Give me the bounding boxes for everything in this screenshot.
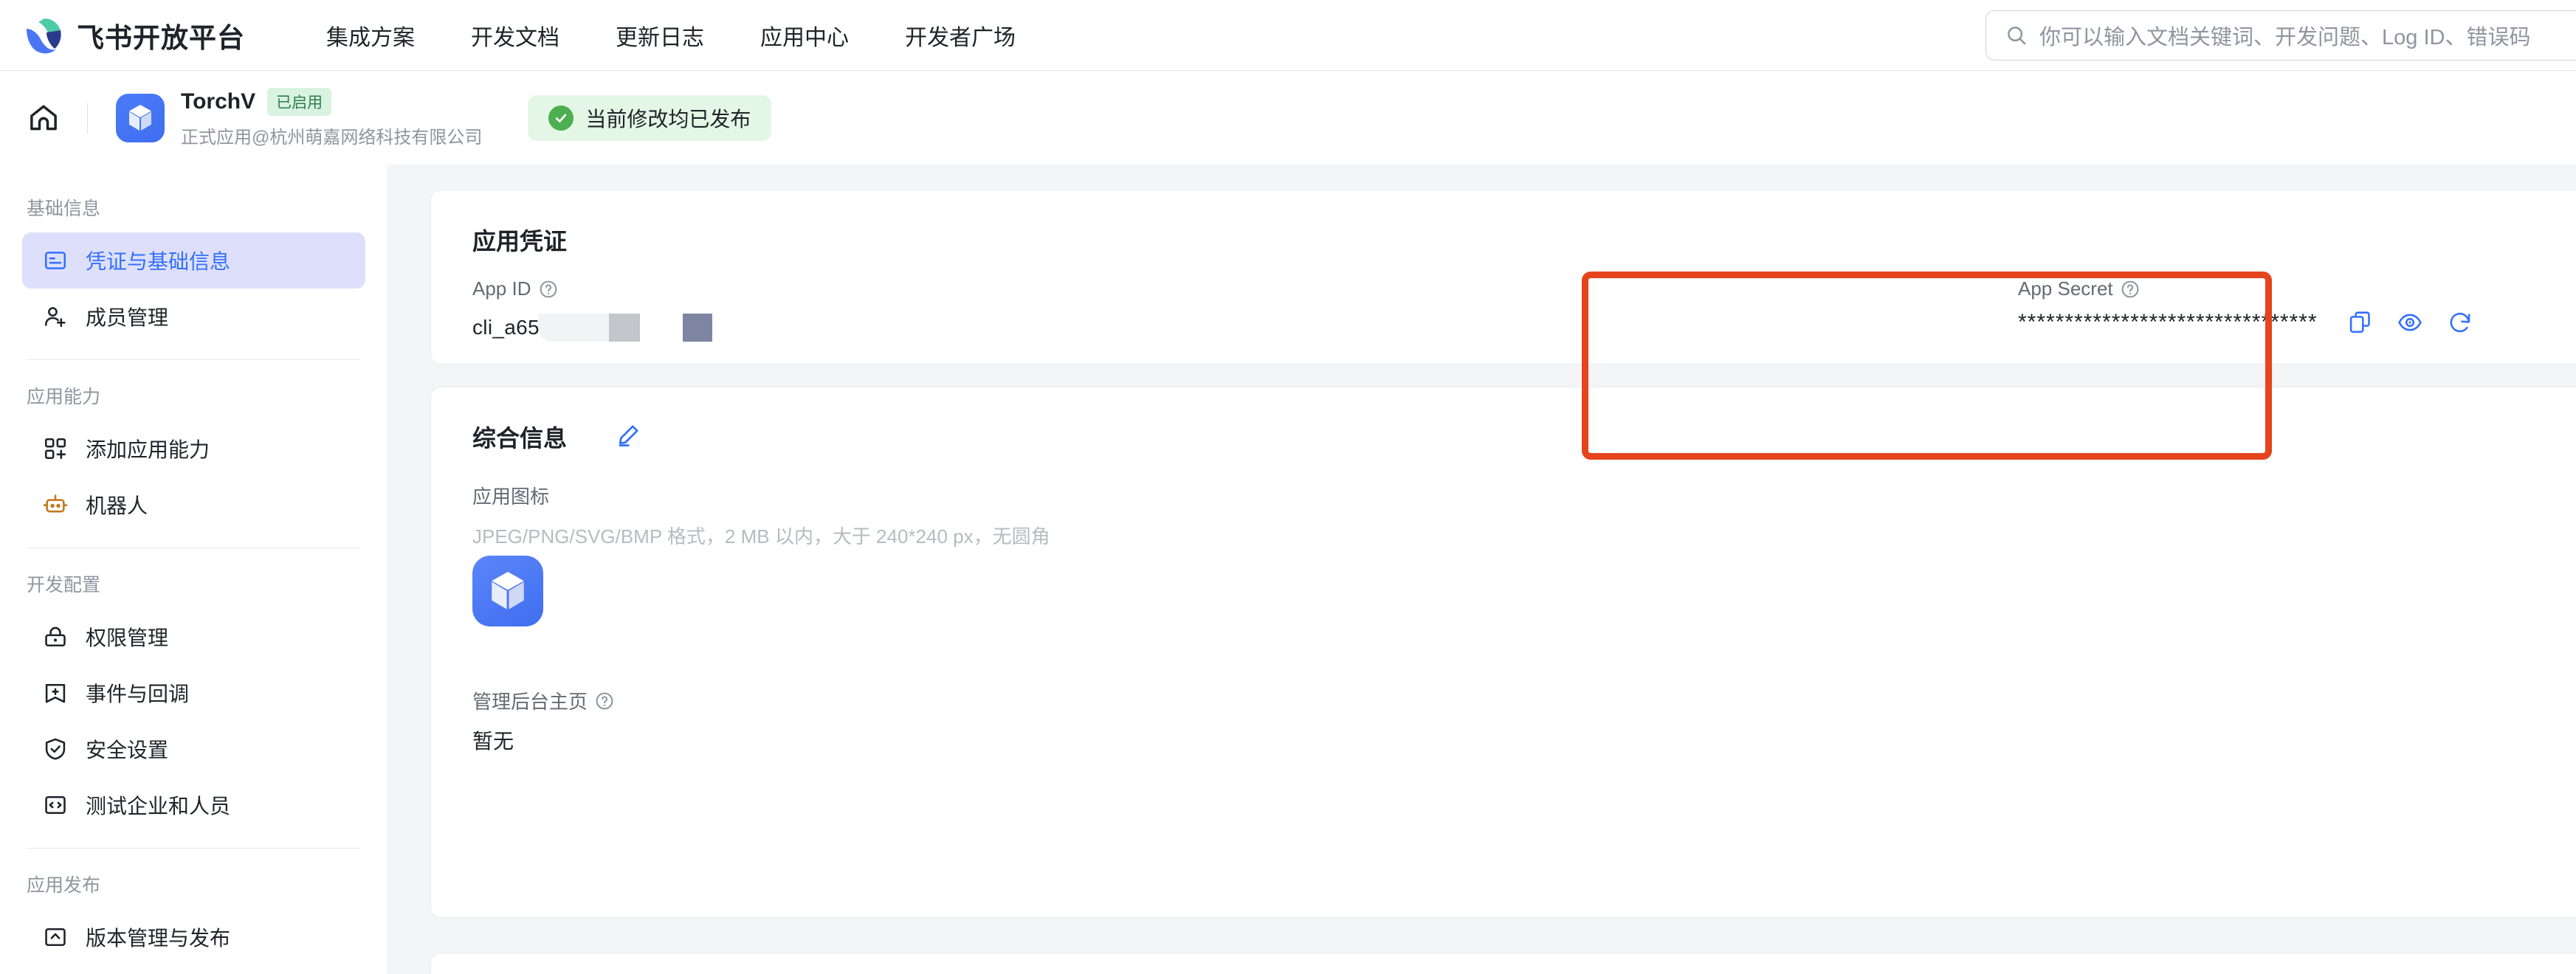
sidebar-item-label: 测试企业和人员 <box>86 795 231 818</box>
eye-icon[interactable] <box>2397 310 2422 335</box>
sidebar: 基础信息 凭证与基础信息 成员管理 应用能力 添加应用能力 机器人 开发配置 权… <box>0 165 388 974</box>
refresh-icon[interactable] <box>2448 310 2473 335</box>
redaction-block-light <box>537 314 609 342</box>
add-capability-icon <box>44 438 66 460</box>
check-circle-icon <box>548 106 574 131</box>
app-icon-large[interactable] <box>472 556 543 626</box>
help-circle-icon[interactable] <box>539 280 558 299</box>
comprehensive-info-card: 综合信息 应用图标 JPEG/PNG/SVG/BMP 格式，2 MB 以内，大于… <box>430 387 2576 918</box>
robot-icon <box>43 494 68 513</box>
help-circle-icon[interactable] <box>2121 280 2140 299</box>
sidebar-group-label-devconfig: 开发配置 <box>27 575 101 595</box>
sidebar-group-label-release: 应用发布 <box>27 875 101 896</box>
header-divider <box>87 103 88 134</box>
app-secret-label-row: App Secret <box>2018 277 2140 300</box>
main-content: 应用凭证 App ID cli_a65 App Secret *********… <box>389 165 2576 974</box>
app-icon-field-label: 应用图标 <box>472 486 550 508</box>
sidebar-item-label: 机器人 <box>86 494 148 517</box>
sidebar-item-label: 版本管理与发布 <box>86 927 231 950</box>
redaction-block-slate <box>682 314 712 342</box>
nav-link-app-center[interactable]: 应用中心 <box>760 19 849 52</box>
shield-check-icon <box>45 738 66 760</box>
app-name: TorchV <box>181 89 256 114</box>
event-callback-icon <box>45 683 66 703</box>
sidebar-item-event-callback[interactable]: 事件与回调 <box>22 665 365 721</box>
redaction-block-gray <box>608 314 640 342</box>
app-icon-small <box>116 94 165 142</box>
copy-icon[interactable] <box>2347 310 2372 335</box>
app-secret-label: App Secret <box>2018 277 2113 300</box>
cube-icon <box>492 571 524 609</box>
sidebar-item-label: 添加应用能力 <box>86 438 210 461</box>
nav-links: 集成方案 开发文档 更新日志 应用中心 开发者广场 <box>326 19 1072 52</box>
nav-link-docs[interactable]: 开发文档 <box>471 19 559 52</box>
app-secret-value-row: ******************************** <box>2018 310 2473 335</box>
sidebar-group-label-capability: 应用能力 <box>27 387 101 407</box>
version-publish-icon <box>45 928 66 947</box>
permission-lock-icon <box>45 626 66 647</box>
cube-icon <box>129 105 151 131</box>
sidebar-item-permission[interactable]: 权限管理 <box>22 609 365 665</box>
publish-status-badge[interactable]: 当前修改均已发布 <box>528 95 772 141</box>
sidebar-item-security[interactable]: 安全设置 <box>22 721 365 777</box>
sidebar-divider <box>27 359 361 360</box>
sidebar-item-label: 成员管理 <box>86 306 169 329</box>
nav-link-changelog[interactable]: 更新日志 <box>616 19 704 52</box>
app-secret-masked-value: ******************************** <box>2018 310 2318 334</box>
info-card-title: 综合信息 <box>472 425 568 452</box>
home-icon <box>30 105 57 131</box>
admin-home-label-row: 管理后台主页 <box>472 687 614 714</box>
sidebar-item-add-capability[interactable]: 添加应用能力 <box>22 421 365 477</box>
brand-title: 飞书开放平台 <box>77 22 245 53</box>
sidebar-item-credentials[interactable]: 凭证与基础信息 <box>22 232 365 289</box>
sidebar-item-label: 权限管理 <box>86 626 169 649</box>
sidebar-item-member-management[interactable]: 成员管理 <box>22 289 365 345</box>
sidebar-item-label: 安全设置 <box>86 739 169 761</box>
edit-pencil-icon[interactable] <box>616 423 641 448</box>
sidebar-divider <box>27 848 361 849</box>
sidebar-item-label: 事件与回调 <box>86 683 190 705</box>
status-badge-enabled: 已启用 <box>267 88 332 116</box>
sidebar-item-version-publish[interactable]: 版本管理与发布 <box>22 909 365 965</box>
sidebar-item-robot[interactable]: 机器人 <box>22 477 365 533</box>
credentials-card-title: 应用凭证 <box>472 228 568 255</box>
app-icon-format-hint: JPEG/PNG/SVG/BMP 格式，2 MB 以内，大于 240*240 p… <box>472 525 1050 548</box>
app-id-value-row[interactable]: cli_a65 <box>472 313 712 342</box>
nav-link-developer-plaza[interactable]: 开发者广场 <box>905 19 1016 52</box>
code-brackets-icon <box>45 795 66 815</box>
credentials-icon <box>44 252 66 269</box>
search-placeholder: 你可以输入文档关键词、开发问题、Log ID、错误码 <box>2039 26 2531 49</box>
nav-link-integration[interactable]: 集成方案 <box>326 19 415 52</box>
app-id-label: App ID <box>472 277 531 300</box>
third-card-partial <box>430 953 2576 974</box>
check-icon <box>556 114 567 122</box>
app-id-value: cli_a65 <box>472 316 540 339</box>
sidebar-item-label: 凭证与基础信息 <box>86 250 231 273</box>
app-meta: TorchV 已启用 正式应用@杭州萌嘉网络科技有限公司 <box>181 88 482 148</box>
admin-home-value: 暂无 <box>472 730 514 753</box>
credentials-card: 应用凭证 App ID cli_a65 App Secret *********… <box>430 190 2576 365</box>
app-subtitle: 正式应用@杭州萌嘉网络科技有限公司 <box>181 128 483 148</box>
member-add-icon <box>44 307 66 328</box>
feishu-logo-icon <box>27 18 61 53</box>
app-id-label-row: App ID <box>472 277 558 300</box>
top-navigation-bar: 飞书开放平台 集成方案 开发文档 更新日志 应用中心 开发者广场 你可以输入文档… <box>0 0 2576 71</box>
sidebar-item-test-org[interactable]: 测试企业和人员 <box>22 777 365 833</box>
home-button[interactable] <box>27 101 61 135</box>
admin-home-label: 管理后台主页 <box>472 691 588 713</box>
app-name-row: TorchV 已启用 <box>181 88 482 116</box>
search-input[interactable]: 你可以输入文档关键词、开发问题、Log ID、错误码 <box>1986 10 2576 61</box>
publish-status-text: 当前修改均已发布 <box>585 108 751 131</box>
sidebar-group-label-basic: 基础信息 <box>27 198 101 219</box>
help-circle-icon[interactable] <box>595 691 614 711</box>
app-header-bar: TorchV 已启用 正式应用@杭州萌嘉网络科技有限公司 当前修改均已发布 <box>0 72 2576 165</box>
brand-logo-group[interactable]: 飞书开放平台 <box>22 14 245 57</box>
search-icon <box>2008 27 2026 45</box>
